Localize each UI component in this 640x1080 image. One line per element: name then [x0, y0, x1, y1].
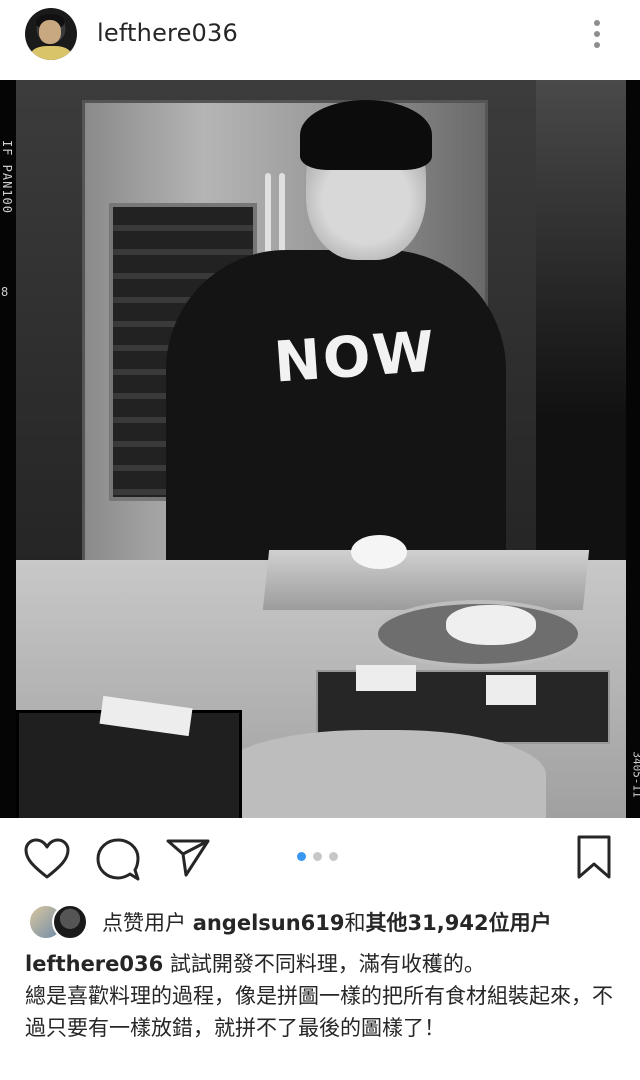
more-vertical-icon[interactable] — [586, 16, 608, 52]
carousel-dot[interactable] — [329, 852, 338, 861]
avatar-face — [39, 20, 61, 44]
post-caption: lefthere036 試試開發不同料理，滿有收穫的。 總是喜歡料理的過程，像是… — [25, 948, 621, 1044]
post-username[interactable]: lefthere036 — [97, 19, 238, 47]
film-edge-code: 3405-11 — [630, 751, 640, 798]
sweater-print: NOW — [271, 319, 439, 396]
post-header: lefthere036 — [0, 0, 640, 80]
kitchen-background: NOW — [16, 80, 626, 818]
likes-summary[interactable]: 点赞用户 angelsun619和其他31,942位用户 — [102, 907, 552, 937]
person-hair — [300, 100, 432, 170]
carousel-dot-active[interactable] — [297, 852, 306, 861]
liker-username[interactable]: angelsun619 — [193, 911, 345, 935]
caption-username[interactable]: lefthere036 — [25, 952, 163, 976]
film-edge-number: 8 — [1, 285, 9, 299]
likes-connector: 和 — [344, 911, 366, 935]
package-label — [486, 675, 536, 705]
avatar-shirt — [31, 46, 71, 60]
chopped-onion — [446, 605, 536, 645]
comment-icon[interactable] — [96, 838, 140, 882]
profile-avatar[interactable] — [25, 8, 77, 60]
heart-icon[interactable] — [24, 838, 70, 880]
liker-avatar[interactable] — [52, 904, 88, 940]
film-border-right — [626, 80, 640, 818]
package-label — [356, 665, 416, 691]
carousel-indicator — [297, 852, 345, 864]
bookmark-icon[interactable] — [576, 834, 612, 880]
likes-count[interactable]: 其他31,942位用户 — [366, 911, 552, 935]
onion — [351, 535, 407, 569]
carousel-dot[interactable] — [313, 852, 322, 861]
cutting-board — [262, 550, 590, 610]
likes-prefix: 点赞用户 — [102, 911, 193, 935]
send-icon[interactable] — [166, 838, 210, 878]
raw-chicken — [216, 730, 546, 818]
post-photo[interactable]: NOW IF PAN100 8 3405-11 — [0, 80, 640, 818]
film-edge-text: IF PAN100 — [0, 139, 15, 215]
